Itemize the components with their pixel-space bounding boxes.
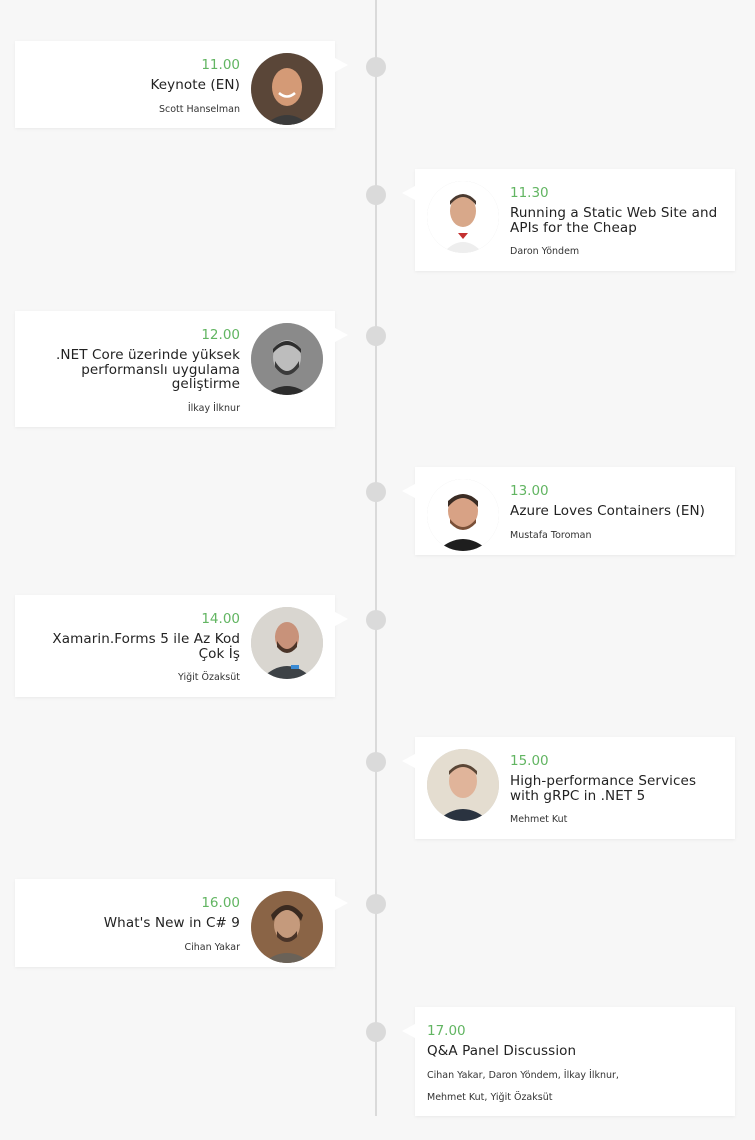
session-speaker: Scott Hanselman <box>158 103 240 115</box>
card-pointer <box>402 484 415 498</box>
timeline-line <box>375 0 377 1116</box>
session-title: High-performance Services with gRPC in .… <box>510 773 697 804</box>
session-card: 13.00 Azure Loves Containers (EN) Mustaf… <box>402 467 735 555</box>
session-time: 13.00 <box>510 483 549 499</box>
session-card: 11.00 Keynote (EN) Scott Hanselman <box>15 41 348 128</box>
session-time: 11.00 <box>201 57 240 73</box>
session-title: Running a Static Web Site and APIs for t… <box>510 205 718 236</box>
session-speaker: Mustafa Toroman <box>510 529 592 541</box>
session-title: .NET Core üzerinde yüksek performanslı u… <box>56 347 240 392</box>
speaker-photo-icon <box>427 181 499 253</box>
timeline-dot <box>366 610 386 630</box>
session-time: 11.30 <box>510 185 549 201</box>
session-time: 14.00 <box>201 611 240 627</box>
session-card: 12.00 .NET Core üzerinde yüksek performa… <box>15 311 348 427</box>
session-time: 17.00 <box>427 1023 466 1039</box>
speaker-photo-icon <box>427 749 499 821</box>
session-card: 14.00 Xamarin.Forms 5 ile Az Kod Çok İş … <box>15 595 348 697</box>
timeline-dot <box>366 894 386 914</box>
card-pointer <box>402 754 415 768</box>
speaker-avatar <box>427 749 499 821</box>
speaker-photo-icon <box>251 607 323 679</box>
card-pointer <box>402 1024 415 1038</box>
session-time: 15.00 <box>510 753 549 769</box>
timeline-dot <box>366 57 386 77</box>
session-speaker: Cihan Yakar <box>184 941 240 953</box>
session-time: 16.00 <box>201 895 240 911</box>
speaker-avatar <box>427 181 499 253</box>
speaker-avatar <box>427 479 499 551</box>
session-speaker: Yiğit Özaksüt <box>177 672 240 683</box>
card-pointer <box>335 612 348 626</box>
speaker-photo-icon <box>427 479 499 551</box>
session-speakers-line-2: Mehmet Kut, Yiğit Özaksüt <box>427 1091 553 1103</box>
session-title: Q&A Panel Discussion <box>427 1043 577 1059</box>
session-card: 17.00 Q&A Panel Discussion Cihan Yakar, … <box>402 1007 735 1116</box>
speaker-photo-icon <box>251 53 323 125</box>
session-title: What's New in C# 9 <box>103 915 240 931</box>
session-card: 11.30 Running a Static Web Site and APIs… <box>402 169 735 271</box>
card-pointer <box>335 58 348 72</box>
session-time: 12.00 <box>201 327 240 343</box>
card-pointer <box>402 186 415 200</box>
session-speakers-line-1: Cihan Yakar, Daron Yöndem, İlkay İlknur, <box>427 1069 619 1081</box>
session-title: Xamarin.Forms 5 ile Az Kod Çok İş <box>52 631 240 662</box>
speaker-avatar <box>251 323 323 395</box>
speaker-avatar <box>251 607 323 679</box>
session-title: Azure Loves Containers (EN) <box>510 503 706 519</box>
timeline-dot <box>366 326 386 346</box>
timeline-dot <box>366 185 386 205</box>
session-speaker: Daron Yöndem <box>510 246 580 257</box>
session-speaker: Mehmet Kut <box>510 814 568 825</box>
session-speaker: İlkay İlknur <box>187 402 240 414</box>
session-title: Keynote (EN) <box>150 77 240 93</box>
session-card: 15.00 High-performance Services with gRP… <box>402 737 735 839</box>
speaker-photo-icon <box>251 891 323 963</box>
session-card: 16.00 What's New in C# 9 Cihan Yakar <box>15 879 348 967</box>
speaker-avatar <box>251 53 323 125</box>
speaker-avatar <box>251 891 323 963</box>
speaker-photo-icon <box>251 323 323 395</box>
card-pointer <box>335 896 348 910</box>
timeline-dot <box>366 752 386 772</box>
card-pointer <box>335 328 348 342</box>
timeline-dot <box>366 1022 386 1042</box>
timeline-dot <box>366 482 386 502</box>
